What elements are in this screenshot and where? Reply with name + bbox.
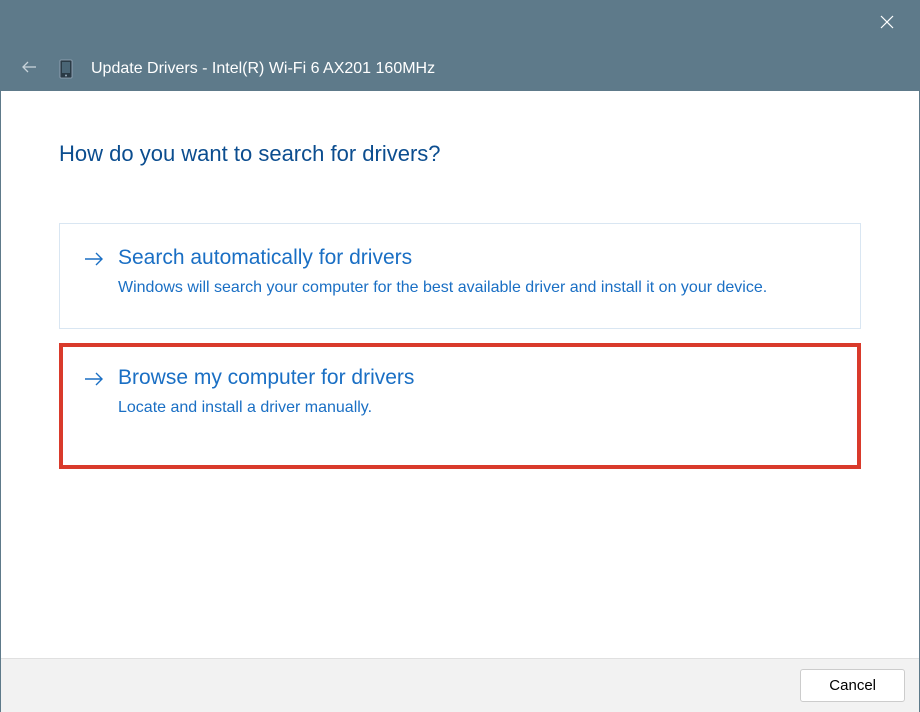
option-title: Search automatically for drivers (118, 246, 836, 270)
back-arrow-icon (20, 58, 38, 81)
option-description: Locate and install a driver manually. (118, 396, 836, 420)
window-title: Update Drivers - Intel(R) Wi-Fi 6 AX201 … (91, 60, 435, 78)
content-area: How do you want to search for drivers? S… (1, 91, 919, 657)
option-text: Search automatically for drivers Windows… (118, 246, 836, 300)
option-text: Browse my computer for drivers Locate an… (118, 366, 836, 420)
titlebar (1, 1, 919, 47)
window-header: Update Drivers - Intel(R) Wi-Fi 6 AX201 … (1, 47, 919, 91)
option-description: Windows will search your computer for th… (118, 276, 836, 300)
page-heading: How do you want to search for drivers? (59, 141, 861, 167)
option-search-automatically[interactable]: Search automatically for drivers Windows… (59, 223, 861, 329)
cancel-button[interactable]: Cancel (800, 669, 905, 702)
back-button[interactable] (17, 57, 41, 81)
option-title: Browse my computer for drivers (118, 366, 836, 390)
device-icon (59, 59, 73, 79)
arrow-right-icon (84, 372, 104, 391)
footer: Cancel (1, 658, 919, 712)
option-browse-computer[interactable]: Browse my computer for drivers Locate an… (59, 343, 861, 469)
close-button[interactable] (873, 10, 901, 38)
arrow-right-icon (84, 252, 104, 271)
close-icon (879, 14, 895, 35)
